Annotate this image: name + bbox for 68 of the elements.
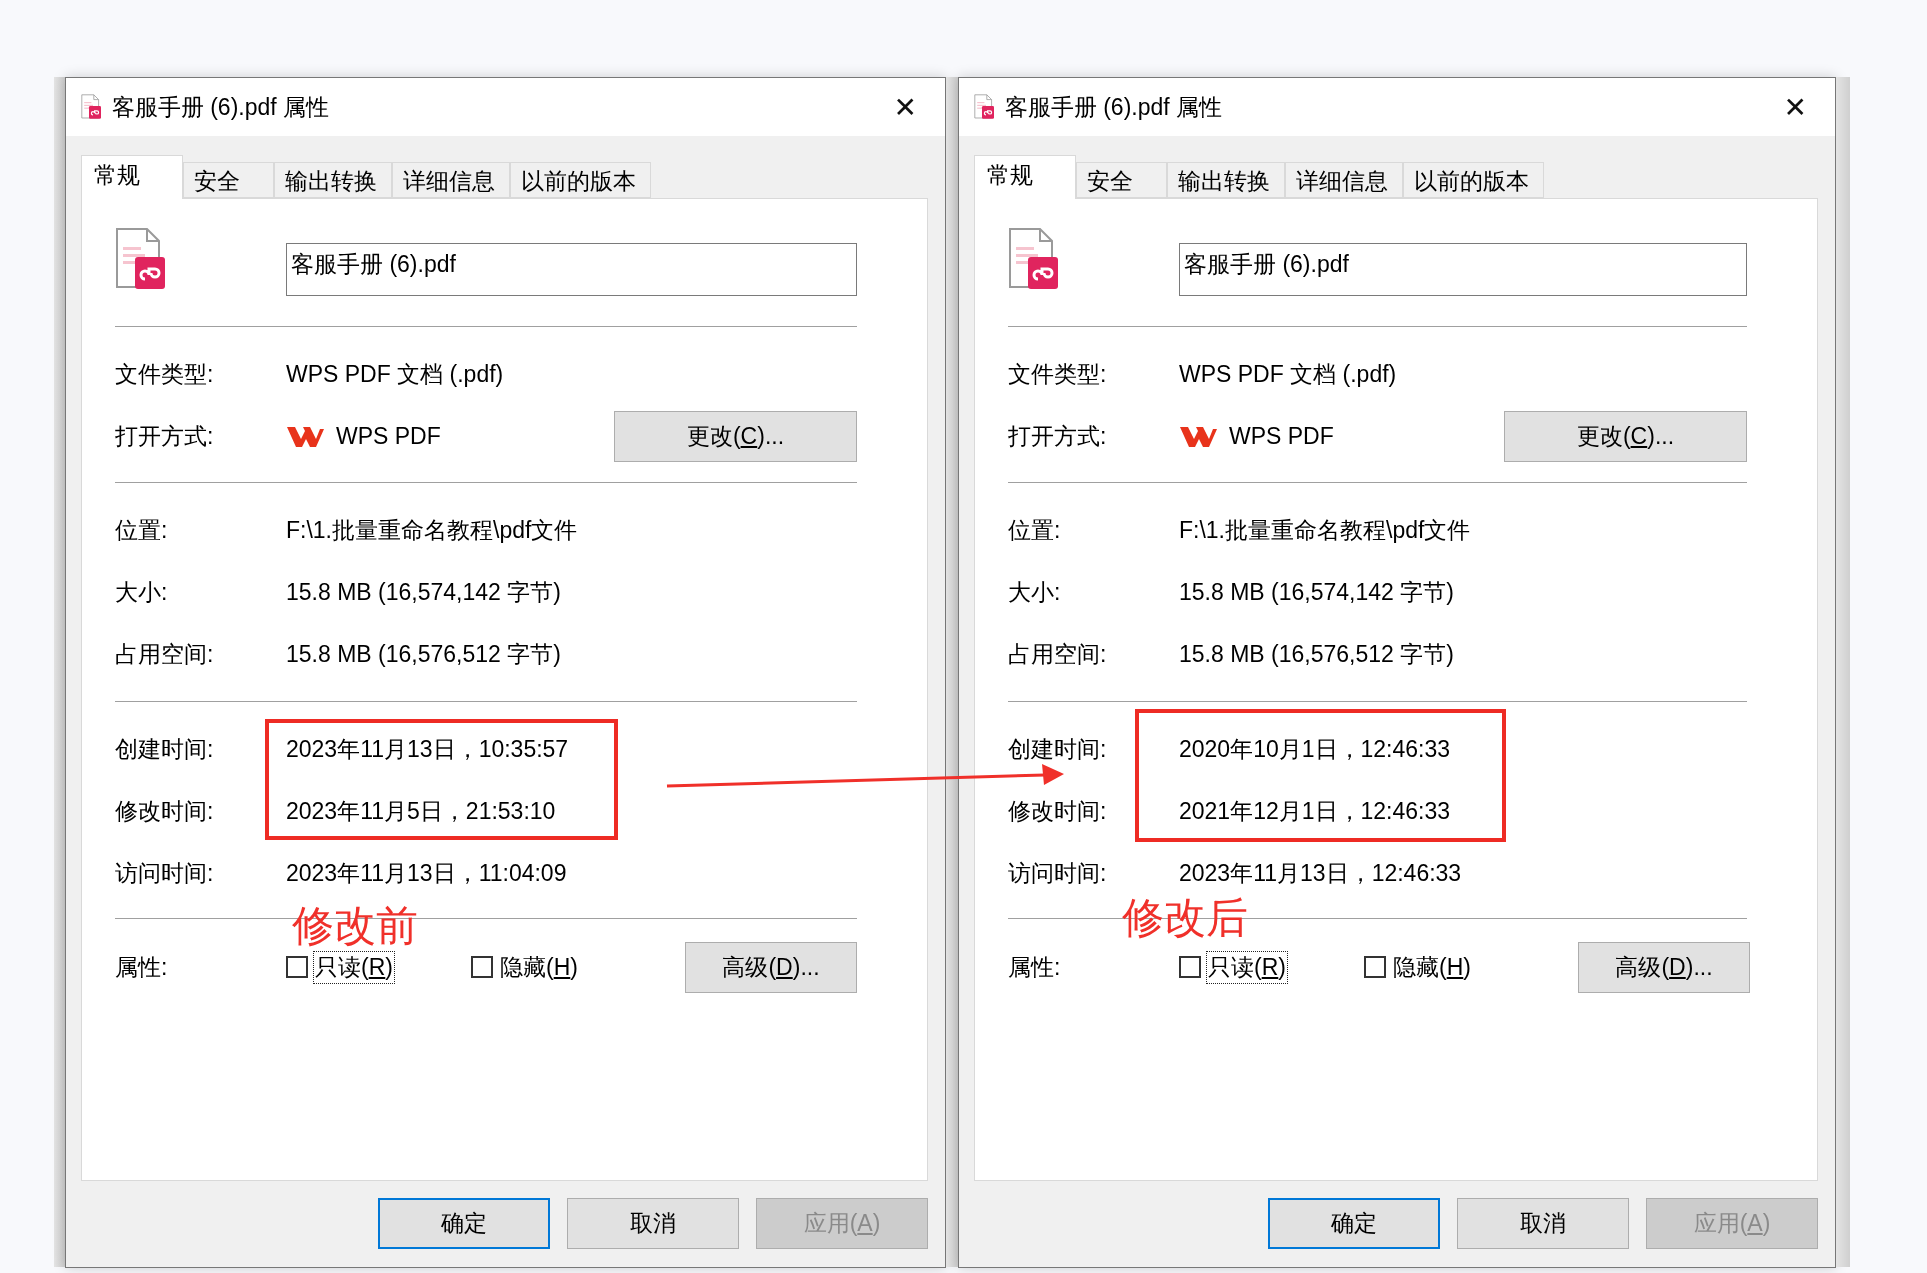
tab[interactable]: 安全 [1076, 162, 1167, 198]
annotation-label: 修改前 [292, 905, 418, 947]
field-value: 2021年12月1日，12:46:33 [1179, 796, 1452, 826]
pdf-file-icon [115, 227, 167, 291]
field-value: 15.8 MB (16,574,142 字节) [286, 577, 562, 607]
field-value: F:\1.批量重命名教程\pdf文件 [1179, 515, 1472, 545]
tab[interactable]: 输出转换 [274, 162, 392, 198]
attribute-checkbox[interactable]: 只读(R) [286, 951, 471, 983]
field-label: 大小: [1008, 577, 1062, 607]
app-name: WPS PDF [1229, 422, 1334, 450]
file-name-field[interactable]: 客服手册 (6).pdf [1179, 243, 1747, 296]
file-name-field[interactable]: 客服手册 (6).pdf [286, 243, 857, 296]
field-label: 大小: [115, 577, 169, 607]
pdf-file-icon [81, 94, 102, 120]
tab[interactable]: 常规 [974, 155, 1076, 199]
advanced-button[interactable]: 高级(D)... [685, 941, 857, 993]
field-value: 2023年11月13日，11:04:09 [286, 858, 568, 888]
tab[interactable]: 安全 [183, 162, 274, 198]
close-button[interactable]: ✕ [887, 90, 923, 124]
dialog-button[interactable]: 确定 [1268, 1198, 1440, 1249]
field-value: 2023年11月13日，12:46:33 [1179, 858, 1463, 888]
field-value: 2023年11月5日，21:53:10 [286, 796, 557, 826]
field-label: 修改时间: [1008, 796, 1108, 826]
field-label: 打开方式: [1008, 421, 1108, 451]
field-value: 15.8 MB (16,576,512 字节) [1179, 639, 1455, 669]
field-label: 创建时间: [115, 734, 215, 764]
tab[interactable]: 常规 [81, 155, 183, 199]
field-label: 位置: [1008, 515, 1062, 545]
tab[interactable]: 以前的版本 [510, 162, 651, 198]
field-label: 占用空间: [115, 639, 215, 669]
advanced-button[interactable]: 高级(D)... [1578, 941, 1750, 993]
field-label: 位置: [115, 515, 169, 545]
tab[interactable]: 详细信息 [392, 162, 510, 198]
field-label: 属性: [1008, 952, 1062, 982]
field-label: 打开方式: [115, 421, 215, 451]
field-label: 创建时间: [1008, 734, 1108, 764]
field-label: 属性: [115, 952, 169, 982]
field-label: 文件类型: [115, 359, 215, 389]
tab[interactable]: 输出转换 [1167, 162, 1285, 198]
attribute-checkbox[interactable]: 隐藏(H) [1364, 951, 1578, 983]
change-button[interactable]: 更改(C)... [1504, 410, 1747, 462]
attribute-checkbox[interactable]: 隐藏(H) [471, 951, 685, 983]
pdf-file-icon [974, 94, 995, 120]
field-value: 15.8 MB (16,576,512 字节) [286, 639, 562, 669]
window-title: 客服手册 (6).pdf 属性 [1004, 92, 1224, 122]
field-label: 访问时间: [1008, 858, 1108, 888]
pdf-file-icon [1008, 227, 1060, 291]
dialog-button[interactable]: 确定 [378, 1198, 550, 1249]
field-value: WPS PDF 文档 (.pdf) [1179, 359, 1398, 389]
tab[interactable]: 以前的版本 [1403, 162, 1544, 198]
field-label: 占用空间: [1008, 639, 1108, 669]
close-button[interactable]: ✕ [1777, 90, 1813, 124]
field-label: 修改时间: [115, 796, 215, 826]
app-name: WPS PDF [336, 422, 441, 450]
field-value: 15.8 MB (16,574,142 字节) [1179, 577, 1455, 607]
attribute-checkbox[interactable]: 只读(R) [1179, 951, 1364, 983]
change-button[interactable]: 更改(C)... [614, 410, 857, 462]
dialog-button[interactable]: 取消 [567, 1198, 739, 1249]
dialog-button[interactable]: 取消 [1457, 1198, 1629, 1249]
window-title: 客服手册 (6).pdf 属性 [111, 92, 331, 122]
field-value: WPS PDF 文档 (.pdf) [286, 359, 505, 389]
field-value: F:\1.批量重命名教程\pdf文件 [286, 515, 579, 545]
annotation-label: 修改后 [1122, 897, 1248, 939]
tab[interactable]: 详细信息 [1285, 162, 1403, 198]
field-label: 访问时间: [115, 858, 215, 888]
field-value: 2020年10月1日，12:46:33 [1179, 734, 1452, 764]
field-value: 2023年11月13日，10:35:57 [286, 734, 570, 764]
field-label: 文件类型: [1008, 359, 1108, 389]
